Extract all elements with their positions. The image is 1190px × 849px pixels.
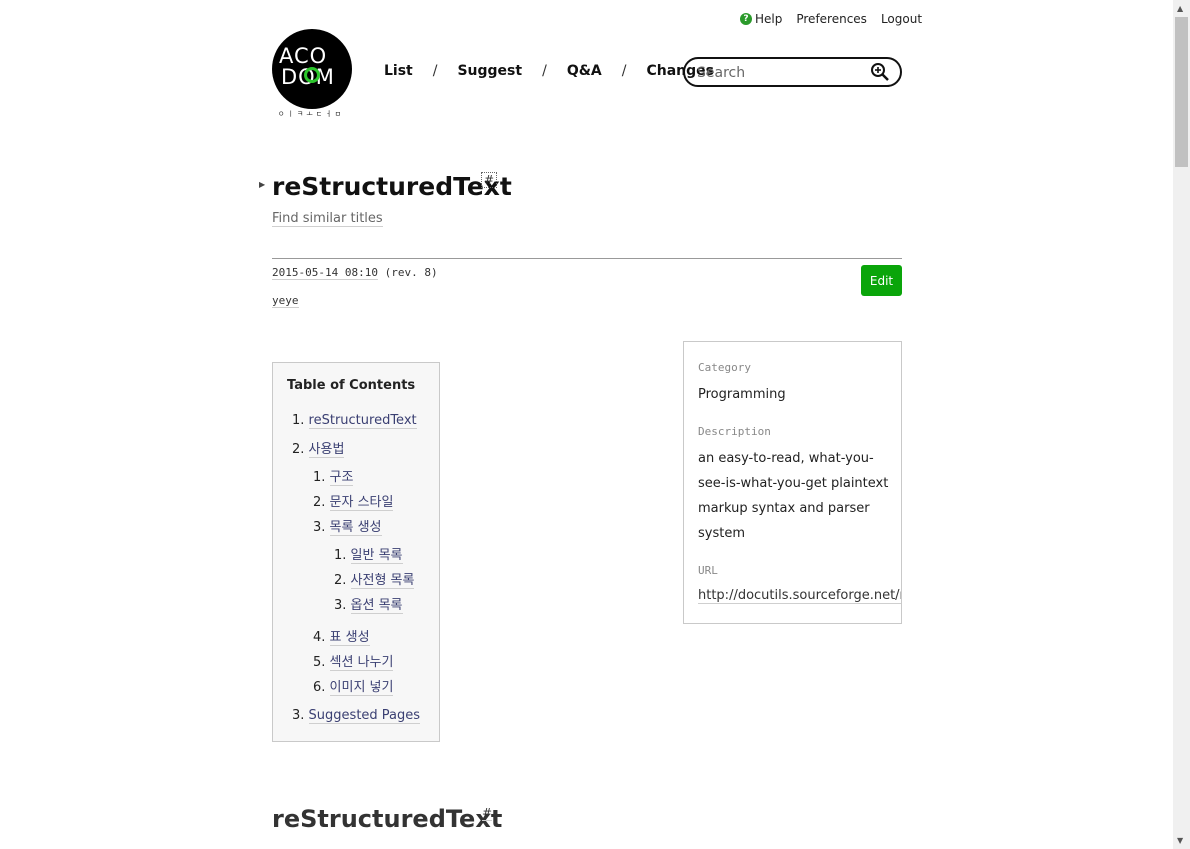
url-label: URL bbox=[698, 564, 718, 577]
toc-item-number: 2. bbox=[292, 442, 305, 457]
toc-link[interactable]: 옵션 목록 bbox=[350, 598, 403, 614]
author-link[interactable]: yeye bbox=[272, 294, 299, 308]
nav-separator: / bbox=[542, 63, 547, 79]
help-link[interactable]: Help bbox=[755, 12, 782, 26]
category-value: Programming bbox=[698, 387, 786, 402]
help-icon[interactable]: ? bbox=[740, 13, 752, 25]
infobox: Category Programming Description an easy… bbox=[683, 341, 902, 624]
toc-link[interactable]: 이미지 넣기 bbox=[329, 680, 394, 696]
toc-item: 1. reStructuredText bbox=[292, 413, 417, 429]
toc-item: 4. 표 생성 bbox=[313, 626, 370, 646]
nav-suggest[interactable]: Suggest bbox=[457, 63, 522, 79]
toc-link[interactable]: Suggested Pages bbox=[308, 708, 421, 724]
section-heading: reStructuredText bbox=[272, 805, 503, 833]
category-label: Category bbox=[698, 361, 751, 374]
toc-item: 2. 사전형 목록 bbox=[334, 569, 415, 589]
toc-item-number: 3. bbox=[292, 708, 305, 723]
toc-item-number: 3. bbox=[313, 520, 326, 535]
scroll-down-icon[interactable]: ▼ bbox=[1177, 836, 1183, 845]
toc-item: 3. Suggested Pages bbox=[292, 708, 421, 724]
top-links: ? Help Preferences Logout bbox=[740, 12, 922, 26]
nav-list[interactable]: List bbox=[384, 63, 413, 79]
scrollbar[interactable]: ▲ ▼ bbox=[1173, 0, 1190, 849]
logo-ring-icon bbox=[304, 67, 320, 83]
toc-item: 2. 사용법 bbox=[292, 438, 345, 458]
search-box bbox=[683, 57, 902, 87]
search-input[interactable] bbox=[695, 64, 859, 82]
toc-item-number: 2. bbox=[313, 495, 326, 510]
toc-item-number: 2. bbox=[334, 573, 347, 588]
toc-item: 3. 목록 생성 bbox=[313, 516, 382, 536]
toc-link[interactable]: 사전형 목록 bbox=[350, 573, 415, 589]
author-info: yeye bbox=[272, 294, 299, 308]
toc-item: 2. 문자 스타일 bbox=[313, 491, 394, 511]
logout-link[interactable]: Logout bbox=[881, 12, 922, 26]
toc-item-number: 1. bbox=[292, 413, 305, 428]
page-title: reStructuredText bbox=[272, 172, 512, 201]
search-icon[interactable] bbox=[870, 62, 890, 82]
toc-item: 6. 이미지 넣기 bbox=[313, 676, 394, 696]
edit-button[interactable]: Edit bbox=[861, 265, 902, 296]
revision-info: 2015-05-14 08:10 (rev. 8) bbox=[272, 266, 438, 280]
toc-link[interactable]: 일반 목록 bbox=[350, 548, 403, 564]
toc-item: 1. 일반 목록 bbox=[334, 544, 403, 564]
toc-item-number: 3. bbox=[334, 598, 347, 613]
find-similar-link[interactable]: Find similar titles bbox=[272, 211, 383, 227]
description-value: an easy-to-read, what-you-see-is-what-yo… bbox=[698, 451, 889, 541]
toc-item-number: 5. bbox=[313, 655, 326, 670]
toc-item-number: 1. bbox=[334, 548, 347, 563]
toc-link[interactable]: 섹션 나누기 bbox=[329, 655, 394, 671]
main-nav: List / Suggest / Q&A / Changes bbox=[384, 63, 714, 79]
toc-link[interactable]: 사용법 bbox=[308, 442, 345, 458]
preferences-link[interactable]: Preferences bbox=[796, 12, 867, 26]
toc-item: 5. 섹션 나누기 bbox=[313, 651, 394, 671]
divider bbox=[272, 258, 902, 259]
site-logo[interactable]: ACO DOM bbox=[272, 29, 352, 109]
toc-link[interactable]: 문자 스타일 bbox=[329, 495, 394, 511]
toc-item-number: 4. bbox=[313, 630, 326, 645]
toc-link[interactable]: 목록 생성 bbox=[329, 520, 382, 536]
revision-number: (rev. 8) bbox=[384, 266, 438, 279]
nav-qa[interactable]: Q&A bbox=[567, 63, 602, 79]
toc-item-number: 6. bbox=[313, 680, 326, 695]
toc-heading: Table of Contents bbox=[287, 378, 416, 393]
scrollbar-thumb[interactable] bbox=[1175, 17, 1188, 167]
toc-link[interactable]: 표 생성 bbox=[329, 630, 370, 646]
nav-separator: / bbox=[621, 63, 627, 79]
section-anchor-link[interactable]: # bbox=[482, 806, 493, 821]
nav-separator: / bbox=[432, 63, 438, 79]
toc-link[interactable]: 구조 bbox=[329, 470, 354, 486]
title-anchor-link[interactable]: # bbox=[481, 172, 498, 188]
table-of-contents: Table of Contents 1. reStructuredText 2.… bbox=[272, 362, 440, 742]
toc-item: 3. 옵션 목록 bbox=[334, 594, 403, 614]
title-marker-icon: ▶ bbox=[259, 180, 266, 189]
toc-link[interactable]: reStructuredText bbox=[308, 413, 417, 429]
toc-item-number: 1. bbox=[313, 470, 326, 485]
scroll-up-icon[interactable]: ▲ bbox=[1177, 4, 1183, 13]
url-link[interactable]: http://docutils.sourceforge.net/rst.html bbox=[698, 588, 901, 604]
description-label: Description bbox=[698, 425, 771, 438]
logo-subtitle: ㅇㅣㅋㅗㄷㅓㅁ bbox=[278, 110, 345, 118]
toc-item: 1. 구조 bbox=[313, 466, 354, 486]
timestamp-link[interactable]: 2015-05-14 08:10 bbox=[272, 266, 378, 280]
